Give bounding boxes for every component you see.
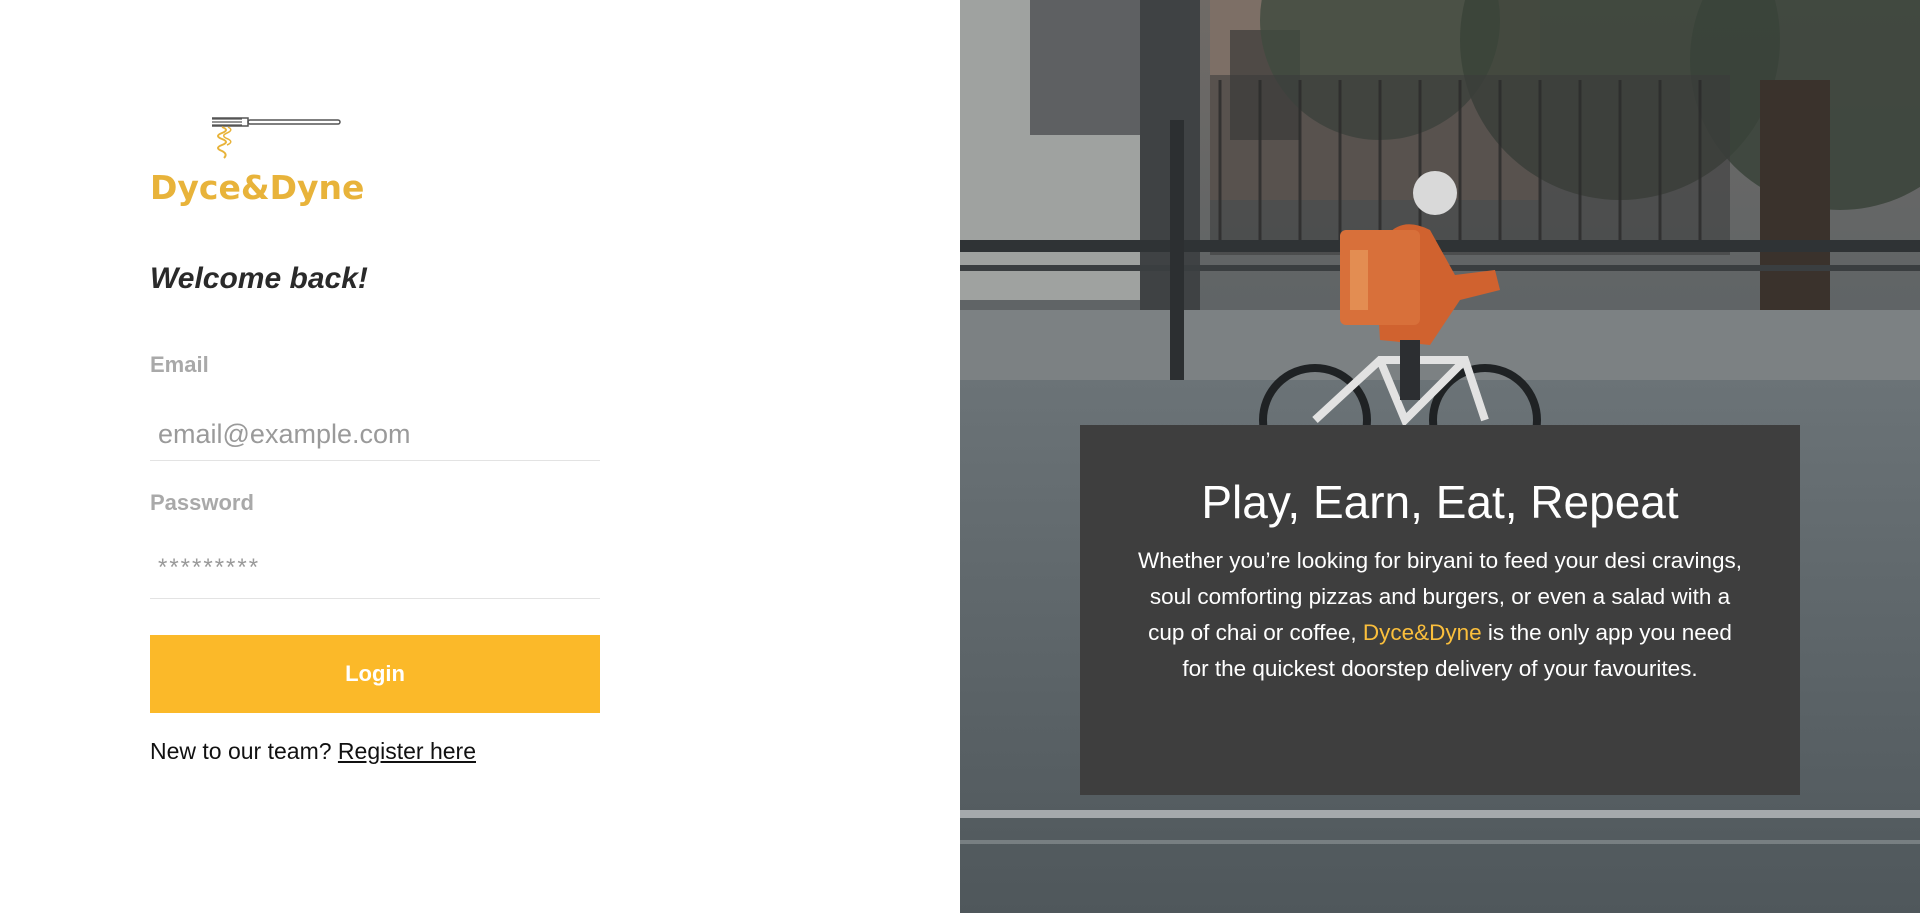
promo-title: Play, Earn, Eat, Repeat [1201,476,1679,528]
password-input[interactable] [150,537,600,599]
promo-card: Play, Earn, Eat, Repeat Whether you’re l… [1080,425,1800,795]
password-label: Password [150,490,254,515]
login-panel: Dyce&Dyne Welcome back! Email Password L… [0,0,960,913]
login-button[interactable]: Login [150,635,600,713]
fork-with-noodles-icon [212,117,341,159]
brand-logo-text: Dyce&Dyne [150,168,365,207]
register-link[interactable]: Register here [338,738,476,764]
promo-body: Whether you’re looking for biryani to fe… [1135,543,1745,687]
email-label: Email [150,352,209,377]
login-page: Dyce&Dyne Welcome back! Email Password L… [0,0,1920,913]
register-prompt: New to our team? Register here [150,738,476,765]
brand-logo: Dyce&Dyne [150,110,364,210]
promo-brand-highlight: Dyce&Dyne [1362,620,1482,645]
register-prompt-text: New to our team? [150,738,332,764]
welcome-heading: Welcome back! [150,262,368,295]
hero-panel: Play, Earn, Eat, Repeat Whether you’re l… [960,0,1920,913]
email-input[interactable] [150,408,600,461]
